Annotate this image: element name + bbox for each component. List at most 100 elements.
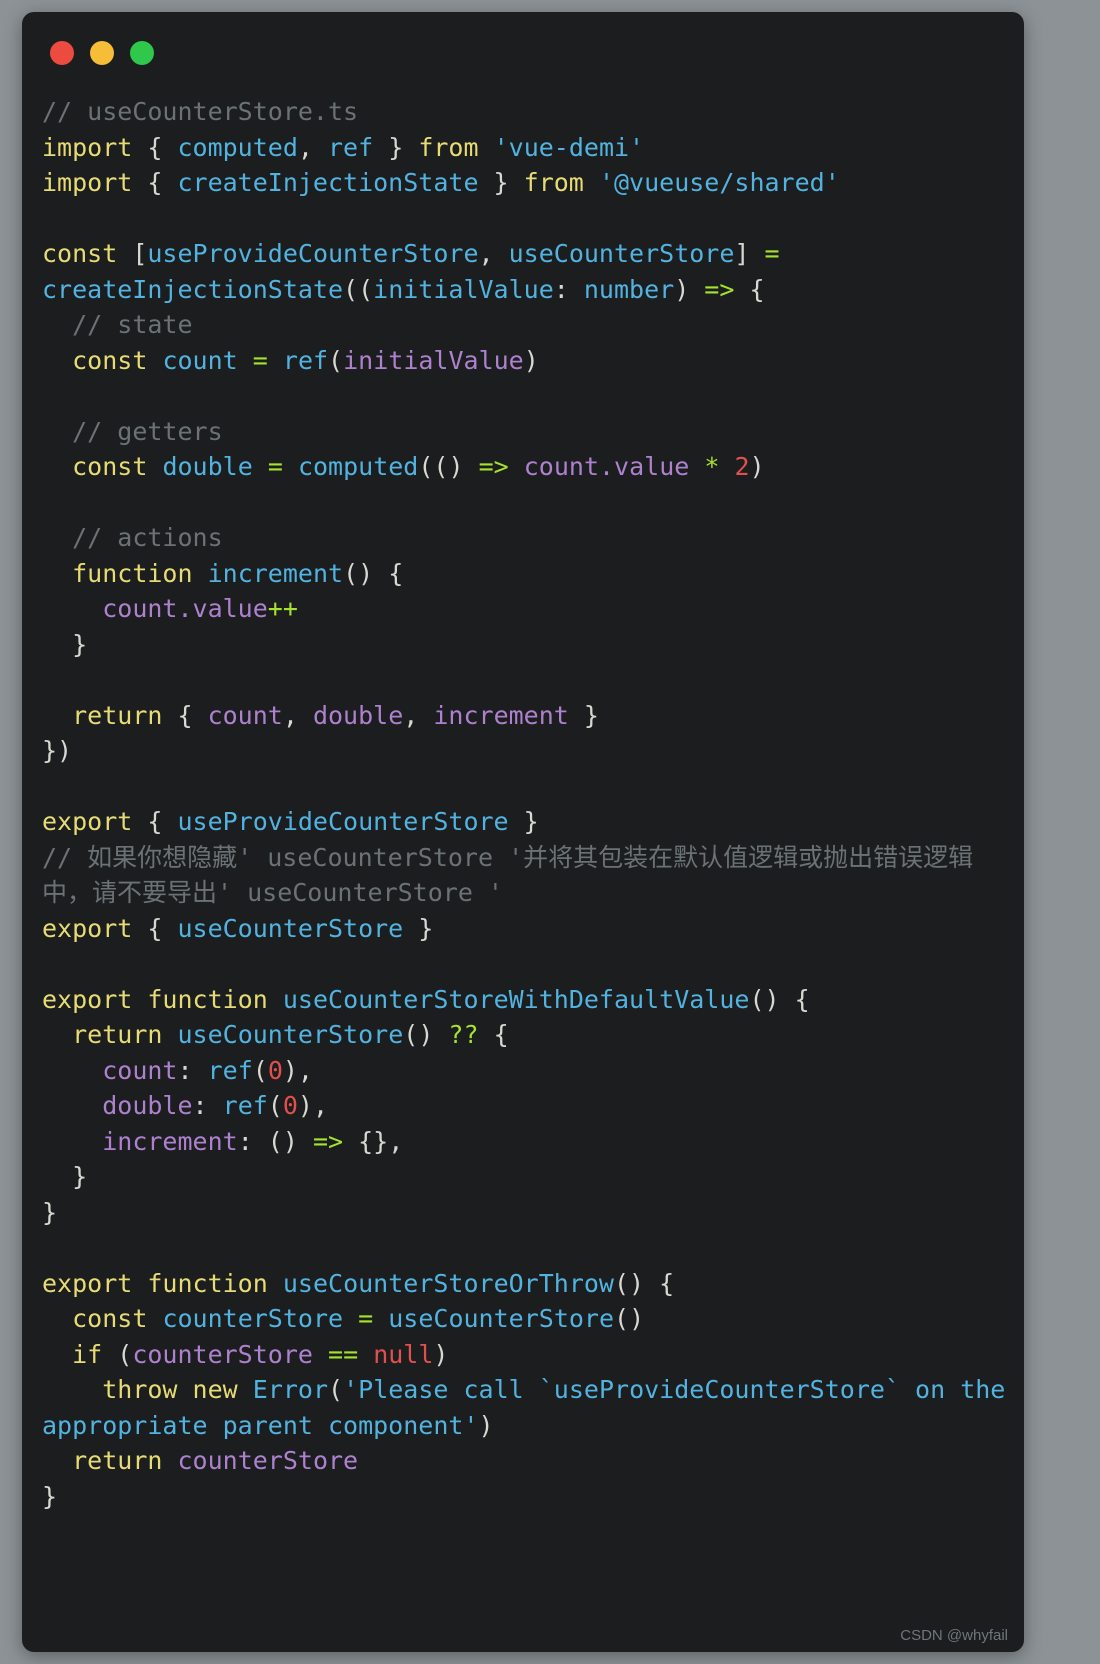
code-token: ( bbox=[328, 345, 344, 375]
code-token: const bbox=[72, 1304, 148, 1333]
code-token: ( bbox=[102, 1339, 133, 1369]
code-token: // getters bbox=[72, 416, 223, 446]
code-token: function bbox=[72, 558, 193, 588]
code-token: { bbox=[132, 132, 178, 162]
code-token: useCounterStore bbox=[177, 913, 404, 943]
code-token: ( bbox=[328, 1375, 344, 1404]
code-token: counterStore bbox=[162, 1304, 344, 1333]
code-token: initialValue bbox=[373, 274, 554, 304]
window-titlebar bbox=[22, 12, 1024, 94]
code-token: function bbox=[147, 1268, 268, 1298]
code-token: 2 bbox=[734, 452, 750, 481]
code-token: ref bbox=[282, 345, 329, 375]
code-line: const double = computed(() => count.valu… bbox=[42, 449, 1008, 485]
maximize-button[interactable] bbox=[130, 41, 154, 65]
code-token: useProvideCounterStore bbox=[147, 239, 479, 268]
code-token: export bbox=[42, 984, 133, 1014]
code-line: return counterStore bbox=[42, 1443, 1008, 1479]
code-line: count: ref(0), bbox=[42, 1053, 1008, 1089]
code-token: (( bbox=[343, 274, 374, 304]
code-token: => bbox=[704, 274, 735, 304]
code-line: function increment() { bbox=[42, 556, 1008, 592]
code-token: count bbox=[102, 1055, 178, 1085]
code-token: () bbox=[403, 1020, 449, 1049]
code-token: const bbox=[72, 345, 148, 375]
code-token: ++ bbox=[267, 594, 298, 623]
code-line: // getters bbox=[42, 414, 1008, 450]
code-token: {}, bbox=[343, 1126, 404, 1156]
code-token: new bbox=[192, 1375, 238, 1404]
code-token: count bbox=[207, 700, 283, 730]
code-token: : () bbox=[237, 1126, 313, 1156]
code-token: useCounterStoreOrThrow bbox=[282, 1268, 614, 1298]
code-token: import bbox=[42, 132, 133, 162]
code-token: } bbox=[42, 1197, 58, 1227]
code-block[interactable]: // useCounterStore.ts import { computed, … bbox=[22, 94, 1024, 1514]
code-token: ), bbox=[282, 1055, 313, 1085]
code-token: () { bbox=[343, 558, 404, 588]
code-token: ) bbox=[478, 1410, 494, 1440]
code-token: { bbox=[162, 700, 208, 730]
code-line: // useCounterStore.ts bbox=[42, 94, 1008, 130]
code-token: => bbox=[312, 1126, 344, 1156]
code-token: 'vue-demi' bbox=[493, 132, 645, 162]
code-line: // 如果你想隐藏' useCounterStore '并将其包装在默认值逻辑或… bbox=[42, 840, 1008, 911]
code-token: useCounterStoreWithDefaultValue bbox=[282, 984, 750, 1014]
code-token: } bbox=[478, 168, 524, 197]
code-line: export { useProvideCounterStore } bbox=[42, 804, 1008, 840]
code-token: computed bbox=[177, 132, 298, 162]
code-line: } bbox=[42, 627, 1008, 663]
code-line: import { computed, ref } from 'vue-demi' bbox=[42, 130, 1008, 166]
code-line: throw new Error('Please call `useProvide… bbox=[42, 1372, 1008, 1443]
code-token: return bbox=[72, 1020, 163, 1049]
code-token: const bbox=[72, 452, 148, 481]
code-token: increment bbox=[433, 700, 569, 730]
code-token: = bbox=[252, 345, 268, 375]
code-token: 0 bbox=[282, 1091, 298, 1120]
code-token: initialValue bbox=[343, 345, 524, 375]
code-token: counterStore bbox=[177, 1446, 359, 1475]
minimize-button[interactable] bbox=[90, 41, 114, 65]
code-token: : bbox=[177, 1055, 208, 1085]
code-token: export bbox=[42, 807, 133, 836]
code-token: count bbox=[162, 345, 238, 375]
code-token: = bbox=[267, 452, 283, 481]
code-window: // useCounterStore.ts import { computed, … bbox=[22, 12, 1024, 1652]
code-line: // state bbox=[42, 307, 1008, 343]
close-button[interactable] bbox=[50, 41, 74, 65]
code-token: , bbox=[403, 700, 434, 730]
code-token: ) bbox=[433, 1339, 449, 1369]
code-token: * bbox=[704, 452, 720, 481]
code-token: useCounterStore bbox=[177, 1020, 404, 1049]
code-line: return useCounterStore() ?? { bbox=[42, 1017, 1008, 1053]
code-token: increment bbox=[207, 558, 344, 588]
code-token: { bbox=[132, 168, 178, 197]
code-token: Error bbox=[252, 1375, 329, 1404]
code-token: { bbox=[132, 913, 178, 943]
